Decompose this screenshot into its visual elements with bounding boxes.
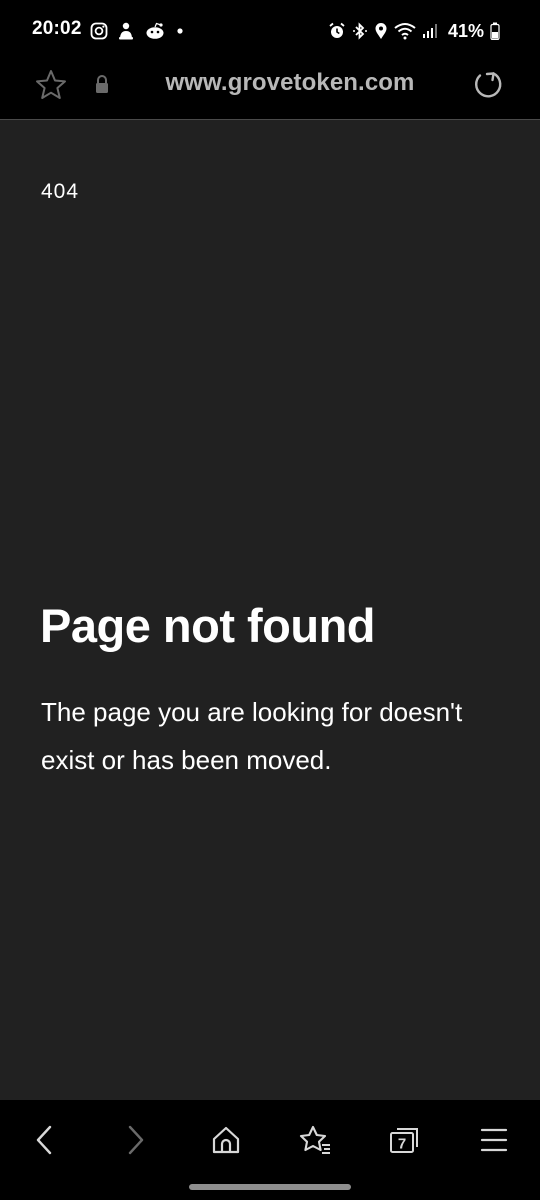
notification-app-icon xyxy=(117,21,135,41)
tabs-button[interactable]: 7 xyxy=(382,1118,426,1162)
forward-button[interactable] xyxy=(114,1118,158,1162)
home-icon xyxy=(211,1125,241,1155)
status-bar: 20:02 41% xyxy=(0,0,540,60)
tab-count: 7 xyxy=(398,1136,406,1153)
battery-icon xyxy=(490,22,500,40)
instagram-icon xyxy=(90,22,108,40)
menu-button[interactable] xyxy=(472,1118,516,1162)
wifi-icon xyxy=(394,22,416,40)
chevron-right-icon xyxy=(125,1124,147,1156)
back-button[interactable] xyxy=(22,1118,66,1162)
bookmarks-star-icon xyxy=(298,1124,332,1156)
bookmark-star-icon[interactable] xyxy=(34,68,68,102)
url-field[interactable]: www.grovetoken.com xyxy=(120,69,460,97)
error-code: 404 xyxy=(41,180,80,203)
reddit-icon xyxy=(144,22,166,40)
reload-icon[interactable] xyxy=(470,67,506,103)
browser-window: 20:02 41% www.grovetoken.com 404 Page no… xyxy=(0,0,540,1200)
more-dot-icon xyxy=(175,26,185,36)
alarm-icon xyxy=(328,22,346,40)
page-content: 404 Page not found The page you are look… xyxy=(0,120,540,1100)
bluetooth-icon xyxy=(352,22,368,40)
status-right-icons: 41% xyxy=(328,20,500,42)
gesture-bar[interactable] xyxy=(189,1184,351,1190)
error-message: The page you are looking for doesn't exi… xyxy=(41,697,463,775)
home-button[interactable] xyxy=(204,1118,248,1162)
location-icon xyxy=(374,22,388,40)
address-bar: www.grovetoken.com xyxy=(0,60,540,120)
chevron-left-icon xyxy=(33,1124,55,1156)
status-left-icons xyxy=(90,20,185,42)
battery-percent: 41% xyxy=(447,20,484,41)
tabs-icon: 7 xyxy=(387,1125,421,1155)
bookmarks-button[interactable] xyxy=(293,1118,337,1162)
menu-icon xyxy=(480,1127,508,1153)
lock-icon xyxy=(94,74,110,94)
status-time: 20:02 xyxy=(32,18,82,39)
signal-icon xyxy=(422,23,438,39)
page-title: Page not found xyxy=(40,599,376,652)
